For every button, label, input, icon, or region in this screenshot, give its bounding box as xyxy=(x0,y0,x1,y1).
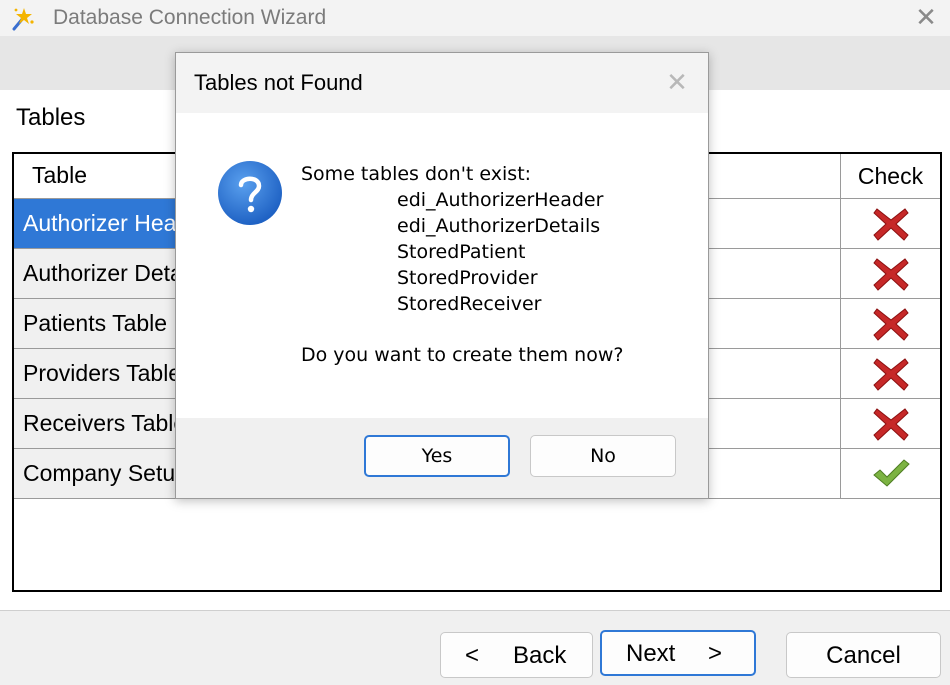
table-name-cell[interactable]: Patients Table xyxy=(14,299,179,348)
next-button[interactable]: Next > xyxy=(600,630,756,676)
red-x-icon xyxy=(873,358,909,391)
check-cell xyxy=(840,249,940,298)
next-arrow-icon: > xyxy=(708,640,723,667)
table-name: Authorizer Header xyxy=(23,210,178,236)
table-name: Patients Table xyxy=(23,310,168,336)
question-icon xyxy=(218,161,282,225)
table-name: Providers Table xyxy=(23,360,179,386)
table-name-cell[interactable]: Company Setup xyxy=(14,449,179,498)
table-name: Company Setup xyxy=(23,460,179,486)
check-cell xyxy=(840,199,940,248)
red-x-icon xyxy=(873,308,909,341)
table-name: Authorizer Details xyxy=(23,260,178,286)
table-name-cell[interactable]: Authorizer Details xyxy=(14,249,179,298)
missing-table-item: edi_AuthorizerHeader xyxy=(397,189,604,211)
dialog-title-bar: Tables not Found ✕ xyxy=(176,53,708,113)
cancel-button-label: Cancel xyxy=(826,642,901,669)
back-button[interactable]: < Back xyxy=(440,632,593,678)
red-x-icon xyxy=(873,208,909,241)
back-button-label: Back xyxy=(513,642,567,669)
check-cell xyxy=(840,399,940,448)
back-arrow-icon: < xyxy=(465,642,480,669)
red-x-icon xyxy=(873,258,909,291)
tables-not-found-dialog: Tables not Found ✕ Some tables don't exi… xyxy=(175,52,709,499)
cancel-button[interactable]: Cancel xyxy=(786,632,941,678)
column-header-table[interactable]: Table xyxy=(32,162,87,189)
wizard-wand-icon xyxy=(12,8,34,31)
column-header-check[interactable]: Check xyxy=(840,154,940,198)
dialog-question: Do you want to create them now? xyxy=(301,344,624,366)
missing-table-item: StoredProvider xyxy=(397,267,538,289)
window-title-bar: Database Connection Wizard ✕ xyxy=(0,0,950,36)
dialog-message: Some tables don't exist: xyxy=(301,163,532,185)
check-cell xyxy=(840,349,940,398)
table-name-cell[interactable]: Receivers Table xyxy=(14,399,179,448)
window-close-button[interactable]: ✕ xyxy=(906,0,946,36)
next-button-label: Next xyxy=(626,640,676,667)
dialog-close-button[interactable]: ✕ xyxy=(659,65,695,101)
table-name-cell[interactable]: Authorizer Header xyxy=(14,199,179,248)
table-name-cell[interactable]: Providers Table xyxy=(14,349,179,398)
check-cell xyxy=(840,299,940,348)
missing-table-item: StoredReceiver xyxy=(397,293,542,315)
green-check-icon xyxy=(873,459,910,487)
section-title: Tables xyxy=(16,104,86,131)
missing-table-item: StoredPatient xyxy=(397,241,526,263)
window-title: Database Connection Wizard xyxy=(53,6,327,29)
check-cell xyxy=(840,449,940,498)
no-button[interactable]: No xyxy=(530,435,676,477)
table-name: Receivers Table xyxy=(23,410,179,436)
dialog-title: Tables not Found xyxy=(194,70,363,95)
yes-button[interactable]: Yes xyxy=(364,435,510,477)
missing-table-item: edi_AuthorizerDetails xyxy=(397,215,601,237)
red-x-icon xyxy=(873,408,909,441)
